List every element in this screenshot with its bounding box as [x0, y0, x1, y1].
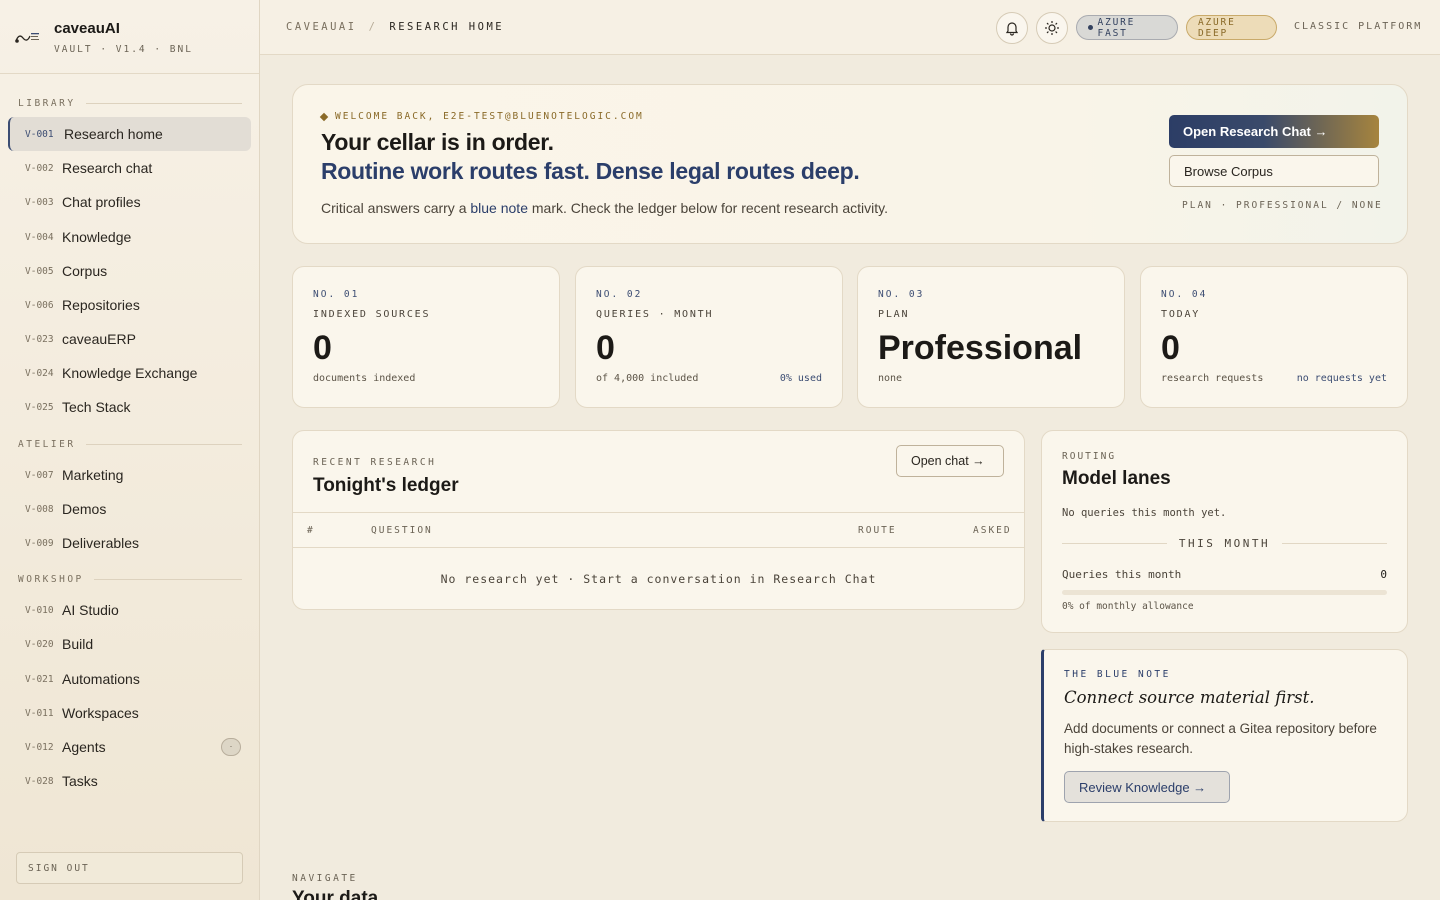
this-month-divider: THIS MONTH: [1062, 537, 1388, 550]
stat-card-queries-month: NO. 02 QUERIES · MONTH 0 of 4,000 includ…: [575, 266, 843, 408]
classic-platform-link[interactable]: CLASSIC PLATFORM: [1294, 21, 1422, 32]
sidebar-item-knowledge[interactable]: V-004 Knowledge: [8, 220, 251, 254]
ledger-title: Tonight's ledger: [313, 475, 459, 496]
ledger-empty-state: No research yet · Start a conversation i…: [440, 572, 877, 586]
azure-fast-pill[interactable]: AZURE FAST: [1076, 15, 1178, 40]
agents-badge: ·: [221, 738, 241, 756]
plan-summary: PLAN · PROFESSIONAL / NONE: [1182, 200, 1383, 211]
notifications-button[interactable]: [996, 12, 1028, 44]
sidebar-item-chat-profiles[interactable]: V-003 Chat profiles: [8, 185, 251, 219]
breadcrumb-separator: /: [368, 21, 378, 33]
sidebar-item-research-home[interactable]: V-001 Research home: [8, 117, 251, 151]
open-chat-button[interactable]: Open chat →: [896, 445, 1004, 477]
brand-header: caveauAI VAULT · V1.4 · BNL: [0, 0, 259, 74]
section-workshop: WORKSHOP: [18, 574, 242, 585]
theme-toggle-button[interactable]: [1036, 12, 1068, 44]
ledger-table-header: # QUESTION ROUTE ASKED: [293, 512, 1024, 548]
brand-logo-icon: [15, 33, 39, 43]
brand-name[interactable]: caveauAI: [54, 20, 120, 37]
sidebar-item-caveauerp[interactable]: V-023 caveauERP: [8, 322, 251, 356]
stat-value: 0: [313, 329, 332, 367]
sidebar-item-research-chat[interactable]: V-002 Research chat: [8, 151, 251, 185]
sidebar-item-build[interactable]: V-020 Build: [8, 627, 251, 661]
top-bar: CAVEAUAI / RESEARCH HOME AZURE FAST AZUR…: [260, 0, 1440, 55]
sidebar: caveauAI VAULT · V1.4 · BNL LIBRARY V-00…: [0, 0, 260, 900]
sun-icon: [1045, 21, 1059, 35]
breadcrumb-root[interactable]: CAVEAUAI: [286, 21, 357, 33]
sidebar-item-workspaces[interactable]: V-011 Workspaces: [8, 696, 251, 730]
sign-out-button[interactable]: SIGN OUT: [16, 852, 243, 884]
sidebar-item-automations[interactable]: V-021 Automations: [8, 662, 251, 696]
hero-heading: Your cellar is in order.: [321, 129, 554, 155]
sidebar-item-knowledge-exchange[interactable]: V-024 Knowledge Exchange: [8, 356, 251, 390]
navigate-kicker: NAVIGATE: [292, 873, 358, 884]
blue-note-title: Connect source material first.: [1064, 688, 1315, 707]
bell-icon: [1005, 22, 1019, 36]
welcome-eyebrow: WELCOME BACK, E2E-TEST@BLUENOTELOGIC.COM: [321, 111, 644, 122]
brand-version: VAULT · V1.4 · BNL: [54, 44, 193, 55]
hero-description: Critical answers carry a blue note mark.…: [321, 200, 888, 216]
sidebar-item-tasks[interactable]: V-028 Tasks: [8, 764, 251, 798]
stat-card-plan: NO. 03 PLAN Professional none: [857, 266, 1125, 408]
stat-card-indexed-sources: NO. 01 INDEXED SOURCES 0 documents index…: [292, 266, 560, 408]
allowance-bar: [1062, 590, 1387, 595]
navigate-title: Your data: [292, 888, 379, 900]
sidebar-item-demos[interactable]: V-008 Demos: [8, 492, 251, 526]
welcome-hero: WELCOME BACK, E2E-TEST@BLUENOTELOGIC.COM…: [292, 84, 1408, 244]
recent-research-ledger: RECENT RESEARCH Tonight's ledger Open ch…: [292, 430, 1025, 610]
stat-value: 0: [1161, 329, 1180, 367]
sidebar-item-tech-stack[interactable]: V-025 Tech Stack: [8, 390, 251, 424]
sidebar-item-corpus[interactable]: V-005 Corpus: [8, 254, 251, 288]
section-atelier: ATELIER: [18, 439, 242, 450]
blue-note-card: THE BLUE NOTE Connect source material fi…: [1041, 649, 1408, 822]
stat-value: 0: [596, 329, 615, 367]
review-knowledge-button[interactable]: Review Knowledge →: [1064, 771, 1230, 803]
open-research-chat-button[interactable]: Open Research Chat →: [1169, 115, 1379, 148]
routing-title: Model lanes: [1062, 468, 1171, 489]
stat-card-today: NO. 04 TODAY 0 research requests no requ…: [1140, 266, 1408, 408]
browse-corpus-button[interactable]: Browse Corpus: [1169, 155, 1379, 187]
sidebar-item-deliverables[interactable]: V-009 Deliverables: [8, 526, 251, 560]
hero-subheading: Routine work routes fast. Dense legal ro…: [321, 158, 860, 184]
stat-value: Professional: [878, 329, 1083, 367]
sidebar-item-repositories[interactable]: V-006 Repositories: [8, 288, 251, 322]
breadcrumb: CAVEAUAI / RESEARCH HOME: [286, 21, 504, 33]
queries-this-month-row: Queries this month 0: [1062, 568, 1387, 581]
sidebar-item-marketing[interactable]: V-007 Marketing: [8, 458, 251, 492]
routing-card: ROUTING Model lanes No queries this mont…: [1041, 430, 1408, 633]
azure-deep-pill[interactable]: AZURE DEEP: [1186, 15, 1277, 40]
section-library: LIBRARY: [18, 98, 242, 109]
breadcrumb-current: RESEARCH HOME: [389, 21, 505, 33]
sidebar-item-ai-studio[interactable]: V-010 AI Studio: [8, 593, 251, 627]
sidebar-item-agents[interactable]: V-012 Agents ·: [8, 730, 251, 764]
